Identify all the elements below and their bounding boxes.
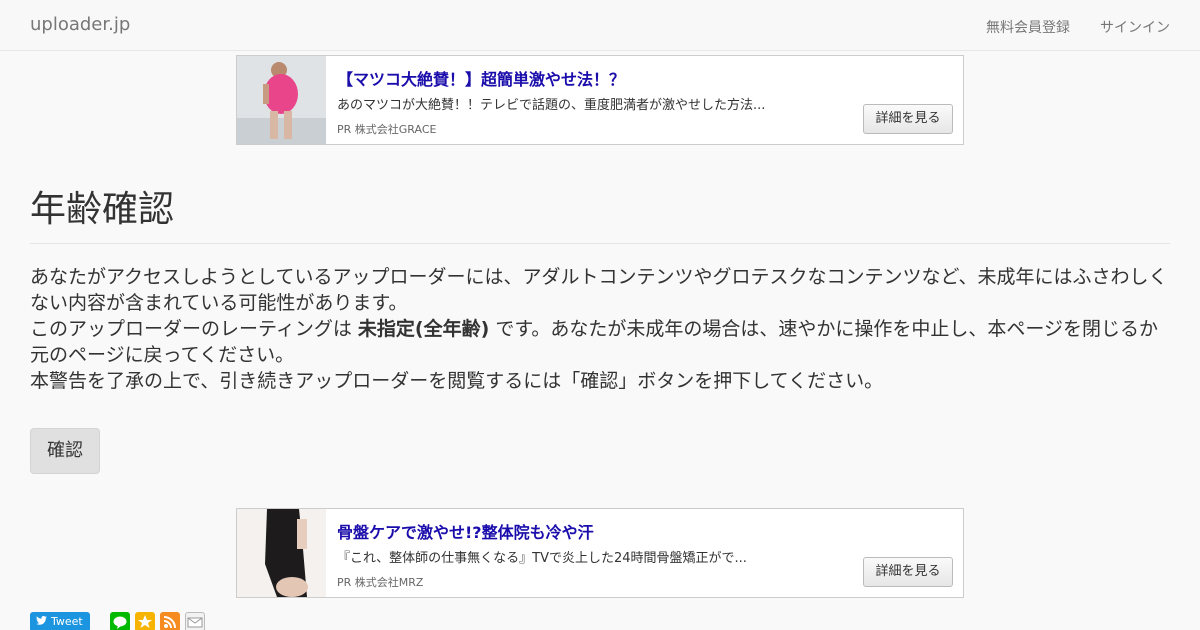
rating-value: 未指定(全年齢) [357,318,490,340]
register-link[interactable]: 無料会員登録 [986,17,1070,37]
ad-banner-bottom[interactable]: 骨盤ケアで激やせ!?整体院も冷や汗 『これ、整体師の仕事無くなる』TVで炎上した… [236,508,964,598]
warning-text: あなたがアクセスしようとしているアップローダーには、アダルトコンテンツやグロテス… [30,264,1175,394]
navbar: uploader.jp 無料会員登録 サインイン [0,0,1200,51]
confirm-button[interactable]: 確認 [30,428,100,474]
ad-banner-top[interactable]: 【マツコ大絶賛！】超簡単激やせ法！？ あのマツコが大絶賛！！テレビで話題の、重度… [236,55,964,145]
favorite-star-icon[interactable] [135,612,155,630]
ad-sponsor: PR 株式会社GRACE [337,123,437,136]
warning-paragraph-3: 本警告を了承の上で、引き続きアップローダーを閲覧するには「確認」ボタンを押下して… [30,370,884,392]
ad-thumbnail-image[interactable] [237,509,326,597]
twitter-bird-icon [36,612,47,630]
signin-link[interactable]: サインイン [1100,17,1170,37]
line-share-icon[interactable] [110,612,130,630]
ad-title[interactable]: 骨盤ケアで激やせ!?整体院も冷や汗 [337,519,594,543]
ad-sponsor: PR 株式会社MRZ [337,576,424,589]
warning-paragraph-1: あなたがアクセスしようとしているアップローダーには、アダルトコンテンツやグロテス… [30,266,1168,314]
page-title: 年齢確認 [30,189,175,230]
ad-thumbnail-image[interactable] [237,56,326,144]
tweet-label: Tweet [51,615,83,628]
ad-title[interactable]: 【マツコ大絶賛！】超簡単激やせ法！？ [337,66,625,90]
rss-icon[interactable] [160,612,180,630]
rating-prefix: このアップローダーのレーティングは [30,318,358,340]
ad-thumbnail-photo [237,509,326,597]
warning-paragraph-2: このアップローダーのレーティングは 未指定(全年齢) です。あなたが未成年の場合… [30,316,1175,368]
brand-link[interactable]: uploader.jp [30,14,130,35]
divider [30,243,1170,244]
ad-details-button[interactable]: 詳細を見る [863,557,953,587]
ad-description: 『これ、整体師の仕事無くなる』TVで炎上した24時間骨盤矯正がで... [337,551,747,566]
ad-details-button[interactable]: 詳細を見る [863,104,953,134]
ad-thumbnail-photo [237,56,326,144]
tweet-button[interactable]: Tweet [30,612,90,630]
mail-icon[interactable] [185,612,205,630]
ad-description: あのマツコが大絶賛！！テレビで話題の、重度肥満者が激やせした方法... [337,98,766,113]
